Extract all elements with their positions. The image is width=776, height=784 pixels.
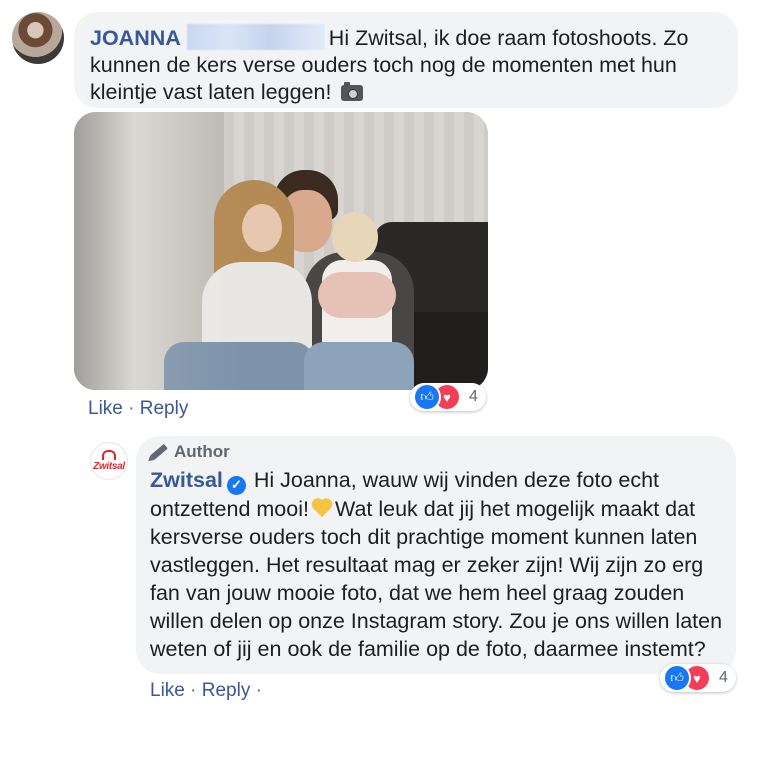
reply-author-name[interactable]: Zwitsal (150, 468, 223, 492)
author-badge-label: Author (174, 442, 230, 461)
pencil-icon (150, 443, 168, 461)
like-link[interactable]: Like (88, 398, 123, 419)
comment-reactions[interactable]: 👍︎ ♥ 4 (410, 383, 486, 411)
zwitsal-avatar[interactable]: Zwitsal (90, 442, 128, 480)
yellow-heart-icon (311, 499, 333, 519)
comment-body: JOANNA Hi Zwitsal, ik doe raam fotoshoots… (90, 24, 730, 106)
separator: · (255, 680, 262, 701)
comment-author-name[interactable]: JOANNA (90, 26, 181, 50)
like-reaction-icon: 👍︎ (663, 664, 691, 692)
like-reaction-icon: 👍︎ (413, 383, 441, 411)
zwitsal-logo-text: Zwitsal (93, 461, 125, 472)
reply-bubble: Author Zwitsal ✓ Hi Joanna, wauw wij vind… (136, 436, 736, 674)
comment-actions: Like · Reply (88, 398, 188, 420)
reply-link[interactable]: Reply (202, 680, 251, 701)
zwitsal-logo-icon (102, 450, 116, 460)
reply-link[interactable]: Reply (140, 398, 189, 419)
reaction-count: 4 (469, 388, 478, 405)
commenter-avatar[interactable] (12, 12, 64, 64)
reply-reactions[interactable]: 👍︎ ♥ 4 (660, 664, 736, 692)
author-badge: Author (150, 442, 230, 462)
camera-icon (341, 82, 364, 101)
comment-bubble: JOANNA Hi Zwitsal, ik doe raam fotoshoots… (74, 12, 738, 108)
verified-icon: ✓ (226, 475, 246, 495)
reply-actions: Like · Reply · (150, 680, 262, 702)
reply-text-part2: Wat leuk dat jij het mogelijk maakt dat … (150, 496, 723, 661)
reply-body: Zwitsal ✓ Hi Joanna, wauw wij vinden deze… (150, 466, 730, 663)
separator: · (190, 680, 197, 701)
separator: · (128, 398, 135, 419)
redacted-surname (186, 24, 325, 50)
reaction-count: 4 (719, 669, 728, 686)
like-link[interactable]: Like (150, 680, 185, 701)
comment-photo[interactable] (74, 112, 488, 390)
photo-overlay (74, 112, 488, 390)
